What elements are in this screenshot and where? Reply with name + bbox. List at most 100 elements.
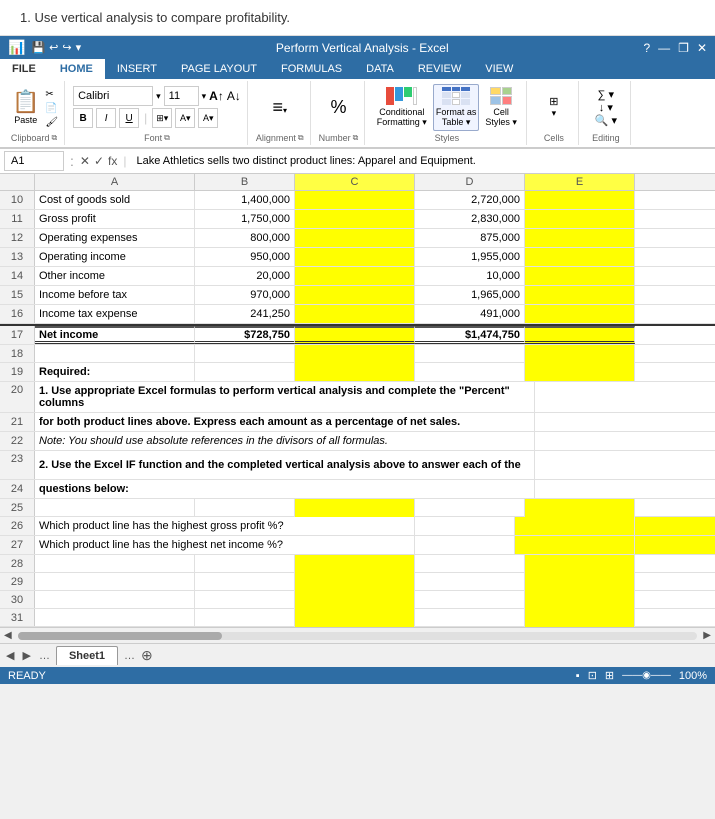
cell-e26[interactable] xyxy=(635,517,715,535)
cell-d14[interactable]: 10,000 xyxy=(415,267,525,285)
cell-c12[interactable] xyxy=(295,229,415,247)
cell-d18[interactable] xyxy=(415,345,525,363)
cell-a15[interactable]: Income before tax xyxy=(35,286,195,304)
cell-b14[interactable]: 20,000 xyxy=(195,267,295,285)
add-sheet-button[interactable]: ⊕ xyxy=(141,647,153,664)
cell-d31[interactable] xyxy=(415,609,525,627)
cell-d15[interactable]: 1,965,000 xyxy=(415,286,525,304)
tab-view[interactable]: VIEW xyxy=(473,59,525,79)
paste-button[interactable]: 📋 Paste xyxy=(10,87,41,127)
cell-a23[interactable]: 2. Use the Excel IF function and the com… xyxy=(35,451,535,479)
cell-a22[interactable]: Note: You should use absolute references… xyxy=(35,432,535,450)
cell-d12[interactable]: 875,000 xyxy=(415,229,525,247)
restore-button[interactable]: ❐ xyxy=(678,41,689,55)
cell-e15[interactable] xyxy=(525,286,635,304)
cell-a27[interactable]: Which product line has the highest net i… xyxy=(35,536,415,554)
view-page-icon[interactable]: ⊞ xyxy=(605,669,614,682)
cell-e27[interactable] xyxy=(635,536,715,554)
cell-c13[interactable] xyxy=(295,248,415,266)
cell-b26[interactable] xyxy=(415,517,515,535)
cell-a11[interactable]: Gross profit xyxy=(35,210,195,228)
cell-c11[interactable] xyxy=(295,210,415,228)
cell-a25[interactable] xyxy=(35,499,195,517)
alignment-button[interactable]: ≡▾ xyxy=(272,97,287,118)
cell-b19[interactable] xyxy=(195,363,295,381)
tab-scroll-left[interactable]: ◀ xyxy=(4,647,16,664)
cell-a31[interactable] xyxy=(35,609,195,627)
scroll-thumb[interactable] xyxy=(18,632,222,640)
col-header-a[interactable]: A xyxy=(35,174,195,190)
col-header-d[interactable]: D xyxy=(415,174,525,190)
cell-a16[interactable]: Income tax expense xyxy=(35,305,195,323)
cells-button[interactable]: ⊞ ▾ xyxy=(549,95,558,119)
cell-b15[interactable]: 970,000 xyxy=(195,286,295,304)
cell-b12[interactable]: 800,000 xyxy=(195,229,295,247)
cell-d13[interactable]: 1,955,000 xyxy=(415,248,525,266)
tab-scroll-right[interactable]: ▶ xyxy=(20,647,32,664)
underline-button[interactable]: U xyxy=(119,108,139,128)
cell-c30[interactable] xyxy=(295,591,415,609)
cell-b17[interactable]: $728,750 xyxy=(195,326,295,344)
tab-page-layout[interactable]: PAGE LAYOUT xyxy=(169,59,269,79)
font-name-input[interactable] xyxy=(73,86,153,106)
tab-formulas[interactable]: FORMULAS xyxy=(269,59,354,79)
decrease-font-button[interactable]: A↓ xyxy=(227,89,241,103)
tab-home[interactable]: HOME xyxy=(48,59,105,79)
undo-icon[interactable]: ↩ xyxy=(49,41,58,54)
bold-button[interactable]: B xyxy=(73,108,93,128)
cell-d17[interactable]: $1,474,750 xyxy=(415,326,525,344)
cancel-formula-icon[interactable]: ✕ xyxy=(80,154,90,168)
tab-file[interactable]: FILE xyxy=(0,59,48,79)
cell-c18[interactable] xyxy=(295,345,415,363)
cell-e10[interactable] xyxy=(525,191,635,209)
cell-d19[interactable] xyxy=(415,363,525,381)
conditional-formatting-button[interactable]: ConditionalFormatting ▾ xyxy=(377,87,427,128)
minimize-button[interactable]: — xyxy=(658,41,670,55)
number-expand-icon[interactable]: ⧉ xyxy=(353,133,359,143)
cell-c25[interactable] xyxy=(295,499,415,517)
cell-b29[interactable] xyxy=(195,573,295,591)
cell-e25[interactable] xyxy=(525,499,635,517)
cell-e13[interactable] xyxy=(525,248,635,266)
insert-function-icon[interactable]: fx xyxy=(108,154,117,168)
cell-e11[interactable] xyxy=(525,210,635,228)
cell-e14[interactable] xyxy=(525,267,635,285)
cell-c27[interactable] xyxy=(515,536,635,554)
editing-button[interactable]: ∑ ▾ ↓ ▾ 🔍 ▾ xyxy=(595,88,617,127)
cell-d11[interactable]: 2,830,000 xyxy=(415,210,525,228)
view-normal-icon[interactable]: ▪ xyxy=(576,670,580,682)
close-button[interactable]: ✕ xyxy=(697,41,707,55)
save-icon[interactable]: 💾 xyxy=(31,41,45,54)
cell-d29[interactable] xyxy=(415,573,525,591)
cell-b30[interactable] xyxy=(195,591,295,609)
tab-insert[interactable]: INSERT xyxy=(105,59,169,79)
cell-b25[interactable] xyxy=(195,499,295,517)
cell-a20[interactable]: 1. Use appropriate Excel formulas to per… xyxy=(35,382,535,412)
cell-a24[interactable]: questions below: xyxy=(35,480,535,498)
col-header-c[interactable]: C xyxy=(295,174,415,190)
cell-c31[interactable] xyxy=(295,609,415,627)
cell-a14[interactable]: Other income xyxy=(35,267,195,285)
formula-input[interactable]: Lake Athletics sells two distinct produc… xyxy=(132,154,711,168)
cell-e29[interactable] xyxy=(525,573,635,591)
help-button[interactable]: ? xyxy=(643,41,650,55)
cell-a12[interactable]: Operating expenses xyxy=(35,229,195,247)
cell-reference-box[interactable] xyxy=(4,151,64,171)
sheet-tab-sheet1[interactable]: Sheet1 xyxy=(56,646,118,665)
tab-scroll-last[interactable]: … xyxy=(122,648,137,664)
cell-b11[interactable]: 1,750,000 xyxy=(195,210,295,228)
number-button[interactable]: % xyxy=(330,97,346,118)
cell-a10[interactable]: Cost of goods sold xyxy=(35,191,195,209)
cell-e31[interactable] xyxy=(525,609,635,627)
cell-a21[interactable]: for both product lines above. Express ea… xyxy=(35,413,535,431)
copy-button[interactable]: 📄 xyxy=(45,103,58,114)
cell-styles-button[interactable]: CellStyles ▾ xyxy=(485,87,517,128)
col-header-e[interactable]: E xyxy=(525,174,635,190)
tab-scroll-first[interactable]: … xyxy=(37,648,52,664)
cell-c10[interactable] xyxy=(295,191,415,209)
cell-c29[interactable] xyxy=(295,573,415,591)
cell-a28[interactable] xyxy=(35,555,195,573)
fill-color-button[interactable]: A▾ xyxy=(175,108,195,128)
scroll-left-icon[interactable]: ◀ xyxy=(4,630,12,641)
increase-font-button[interactable]: A↑ xyxy=(209,89,224,103)
